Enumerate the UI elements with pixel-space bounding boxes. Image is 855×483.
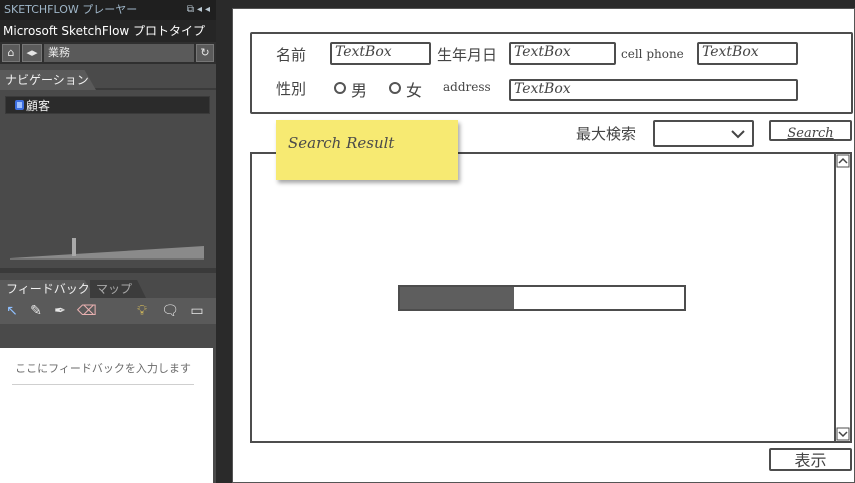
lightbulb-icon[interactable]: 💡︎ [133,302,151,320]
player-side-panel: SKETCHFLOW プレーヤー ⧉◂◂ Microsoft SketchFlo… [0,0,216,483]
tab-map[interactable]: マップ [90,280,146,298]
search-button-label: Search [787,126,834,141]
feedback-tab-row: フィードバック マップ [0,280,216,298]
gender-female-radio[interactable] [389,82,401,94]
address-label: address [443,80,491,94]
navigation-bar: ⌂ ◂▸ 業務 ↻ [0,42,216,64]
cellphone-field[interactable]: TextBox [697,42,798,65]
player-title: SKETCHFLOW プレーヤー [4,3,138,16]
birthdate-label: 生年月日 [437,46,498,64]
show-button[interactable]: 表示 [769,448,852,471]
progress-fill [400,287,514,309]
birthdate-field-value: TextBox [514,44,571,60]
max-results-label: 最大検索 [576,125,637,143]
gender-label: 性別 [276,80,307,98]
select-arrow-icon[interactable]: ↖ [3,302,21,320]
progress-bar [398,285,686,311]
breadcrumb[interactable]: 業務 [44,44,194,62]
sketchflow-player-window: SKETCHFLOW プレーヤー ⧉◂◂ Microsoft SketchFlo… [0,0,855,483]
back-forward-icon[interactable]: ◂▸ [22,44,42,62]
nav-item-label: 顧客 [26,99,51,113]
search-button[interactable]: Search [769,120,852,141]
nav-item-customer[interactable]: 顧客 [5,96,210,114]
home-icon[interactable]: ⌂ [2,44,20,62]
gender-female-label: 女 [406,81,423,100]
sticky-note-text: Search Result [288,134,395,152]
folder-icon[interactable]: ▭ [188,302,206,320]
zoom-track[interactable] [10,244,204,260]
brush-icon[interactable]: ✎ [27,302,45,320]
player-titlebar: SKETCHFLOW プレーヤー ⧉◂◂ [0,0,216,20]
address-field[interactable]: TextBox [509,79,798,101]
project-name: Microsoft SketchFlow プロトタイプ [0,20,216,42]
feedback-toolbar: ↖ ✎ ✒ ⌫ 💡︎ 🗨︎ ▭ [0,298,216,324]
navigation-tab-row: ナビゲーション [0,68,216,90]
address-field-value: TextBox [514,81,571,97]
show-button-label: 表示 [794,451,827,470]
screen-icon [15,100,24,110]
gender-male-label: 男 [351,81,368,100]
feedback-placeholder[interactable]: ここにフィードバックを入力します [12,360,194,385]
vertical-scrollbar[interactable] [834,154,850,441]
gender-male-radio[interactable] [334,82,346,94]
chevron-down-icon [731,130,745,139]
zoom-thumb[interactable] [72,238,76,256]
name-label: 名前 [276,46,307,64]
max-results-dropdown[interactable] [653,120,754,147]
eraser-icon[interactable]: ⌫ [77,302,97,320]
name-field[interactable]: TextBox [330,42,431,65]
window-controls: ⧉◂◂ [187,0,213,20]
collapse-icon[interactable]: ◂◂ [197,4,213,15]
refresh-icon[interactable]: ↻ [196,44,214,62]
popout-icon[interactable]: ⧉ [187,4,197,15]
cellphone-label: cell phone [621,47,684,61]
comment-icon[interactable]: 🗨︎ [161,302,179,320]
scroll-up-button[interactable] [836,154,850,168]
scrollbar-arrows [836,154,850,441]
zoom-wedge [10,246,204,258]
panel-splitter[interactable] [0,268,216,273]
pen-icon[interactable]: ✒ [51,302,69,320]
name-field-value: TextBox [335,44,392,60]
birthdate-field[interactable]: TextBox [509,42,616,65]
zoom-slider[interactable] [0,226,216,268]
tab-feedback[interactable]: フィードバック [0,280,96,298]
tab-navigation[interactable]: ナビゲーション [0,70,96,90]
scroll-down-button[interactable] [836,427,850,441]
feedback-input-area[interactable]: ここにフィードバックを入力します [0,348,213,483]
cellphone-field-value: TextBox [702,44,759,60]
sticky-note: Search Result [276,120,458,180]
